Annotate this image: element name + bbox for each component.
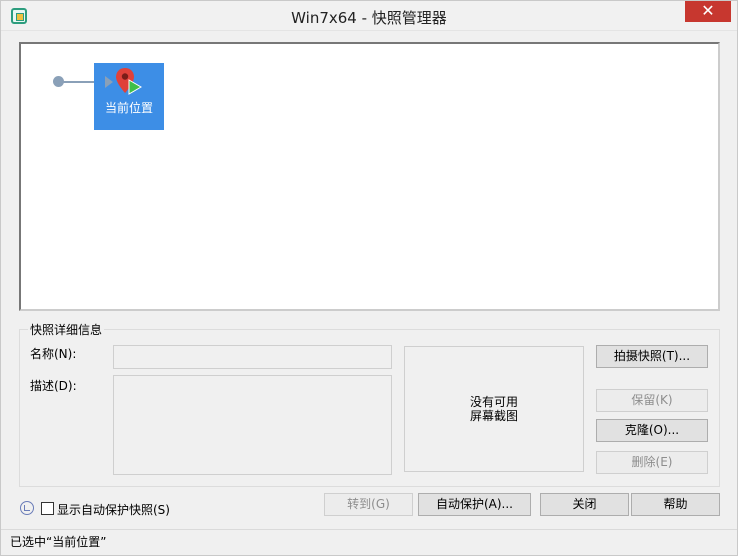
- show-autoprotect-checkbox[interactable]: [41, 502, 54, 515]
- snapshot-manager-window: Win7x64 - 快照管理器 ✕ 当前位置 快照详细信息 名称(N): 描述(…: [0, 0, 738, 556]
- description-field[interactable]: [113, 375, 392, 475]
- screenshot-preview: 没有可用 屏幕截图: [404, 346, 584, 472]
- autoprotect-button[interactable]: 自动保护(A)...: [418, 493, 531, 516]
- status-text: 已选中“当前位置”: [10, 535, 107, 549]
- help-button[interactable]: 帮助: [631, 493, 720, 516]
- snapshot-tree-panel[interactable]: 当前位置: [19, 42, 720, 311]
- delete-button[interactable]: 删除(E): [596, 451, 708, 474]
- close-button[interactable]: 关闭: [540, 493, 629, 516]
- goto-button[interactable]: 转到(G): [324, 493, 413, 516]
- show-autoprotect-label[interactable]: 显示自动保护快照(S): [57, 501, 170, 518]
- clone-button[interactable]: 克隆(O)...: [596, 419, 708, 442]
- take-snapshot-button[interactable]: 拍摄快照(T)...: [596, 345, 708, 368]
- restore-icon: [20, 501, 34, 515]
- description-label: 描述(D):: [30, 379, 77, 393]
- location-pin-play-icon: [116, 68, 142, 95]
- keep-button[interactable]: 保留(K): [596, 389, 708, 412]
- window-close-button[interactable]: ✕: [685, 1, 731, 22]
- window-title: Win7x64 - 快照管理器: [291, 9, 447, 27]
- title-bar[interactable]: Win7x64 - 快照管理器 ✕: [1, 1, 737, 31]
- name-field[interactable]: [113, 345, 392, 369]
- snapshot-node-current-location[interactable]: 当前位置: [94, 63, 164, 130]
- snapshot-details-group: 快照详细信息 名称(N): 描述(D): 没有可用 屏幕截图 拍摄快照(T)..…: [19, 321, 720, 487]
- details-group-title: 快照详细信息: [28, 321, 105, 338]
- tree-connector-arrow: [105, 76, 113, 88]
- snapshot-node-label: 当前位置: [104, 101, 153, 115]
- no-screenshot-text: 没有可用 屏幕截图: [469, 395, 518, 423]
- status-bar: 已选中“当前位置”: [1, 529, 737, 555]
- name-label: 名称(N):: [30, 347, 77, 361]
- tree-root-dot: [53, 76, 64, 87]
